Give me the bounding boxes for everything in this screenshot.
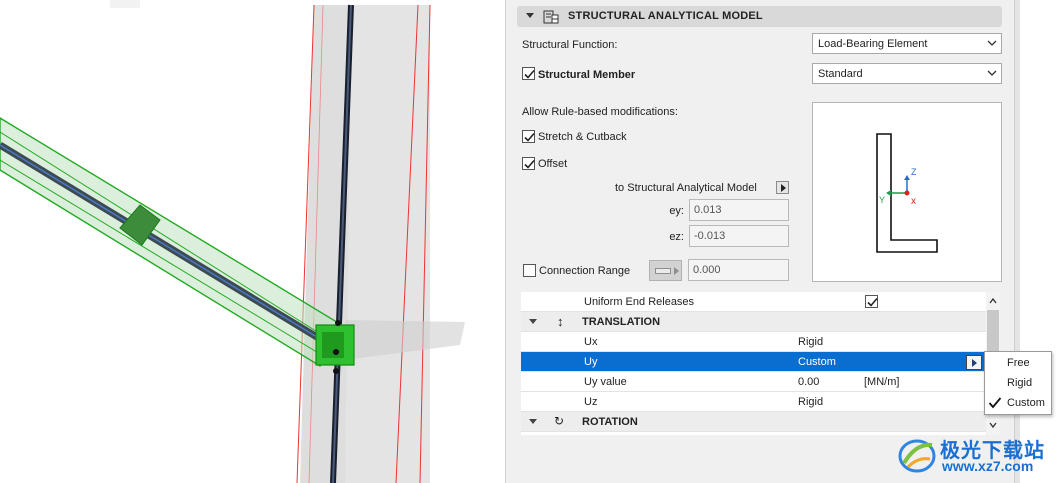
connection-range-checkbox[interactable] — [523, 264, 536, 277]
table-row-uy-value[interactable]: Uy value 0.00 [MN/m] — [521, 372, 986, 392]
rotation-group-row[interactable]: ↻ ROTATION — [521, 412, 986, 432]
table-row-uy[interactable]: Uy Custom — [521, 352, 986, 372]
chevron-down-icon — [987, 40, 997, 46]
expand-triangle-icon[interactable] — [529, 319, 537, 324]
watermark-url: www.xz7.com — [942, 458, 1034, 474]
translation-label: TRANSLATION — [582, 316, 661, 328]
z-axis-label: Z — [911, 167, 917, 177]
structural-function-value: Load-Bearing Element — [818, 38, 928, 50]
structural-member-label: Structural Member — [538, 69, 636, 81]
section-preview: Z Y x — [812, 102, 1002, 282]
3d-model-drawing — [0, 0, 465, 483]
play-arrow-icon — [781, 184, 786, 192]
checkmark-icon — [524, 159, 535, 169]
x-axis-label: x — [911, 196, 916, 207]
structural-member-select[interactable]: Standard — [812, 63, 1002, 84]
ez-label: ez: — [669, 231, 684, 243]
y-axis-label: Y — [879, 195, 885, 205]
to-model-menu-button[interactable] — [776, 181, 789, 194]
section-title: STRUCTURAL ANALYTICAL MODEL — [568, 10, 763, 22]
end-release-grid: Uniform End Releases ↕ TRANSLATION Ux Ri… — [521, 292, 986, 435]
option-label: Rigid — [1007, 377, 1033, 389]
rotation-label: ROTATION — [582, 416, 638, 428]
row-value: Custom — [798, 356, 836, 368]
offset-label: Offset — [538, 158, 568, 170]
table-row-ux[interactable]: Ux Rigid — [521, 332, 986, 352]
row-name: Uy — [584, 356, 598, 368]
table-row-uz[interactable]: Uz Rigid — [521, 392, 986, 412]
structural-function-label: Structural Function: — [522, 39, 618, 51]
analytical-model-icon — [543, 9, 559, 24]
connection-range-field[interactable]: 0.000 — [688, 259, 789, 281]
row-value: Rigid — [798, 396, 824, 408]
option-label: Free — [1007, 357, 1030, 369]
3d-viewport[interactable] — [0, 0, 505, 483]
checkmark-icon — [867, 297, 878, 307]
uniform-end-releases-label: Uniform End Releases — [584, 296, 695, 308]
dropdown-option-free[interactable]: Free — [985, 353, 1051, 373]
connection-range-label: Connection Range — [539, 265, 631, 277]
collapse-triangle-icon[interactable] — [526, 13, 534, 18]
offset-checkbox[interactable] — [522, 157, 535, 170]
row-name: Uy value — [584, 376, 627, 388]
play-arrow-icon — [972, 359, 977, 367]
uniform-end-releases-row[interactable]: Uniform End Releases — [521, 292, 986, 312]
row-unit: [MN/m] — [864, 376, 900, 388]
scroll-down-icon[interactable] — [989, 421, 997, 429]
checkmark-icon — [524, 69, 535, 79]
watermark-logo-icon — [898, 439, 936, 473]
to-model-label: to Structural Analytical Model — [615, 182, 757, 194]
chevron-down-icon — [987, 70, 997, 76]
connection-range-type-button[interactable] — [649, 260, 682, 281]
allow-rule-label: Allow Rule-based modifications: — [522, 106, 678, 118]
watermark: 极光下载站 www.xz7.com — [896, 430, 1056, 480]
checkmark-icon — [988, 397, 1002, 409]
stretch-cutback-checkbox[interactable] — [522, 130, 535, 143]
release-type-dropdown[interactable]: Free Rigid Custom — [984, 351, 1052, 415]
structural-member-value: Standard — [818, 68, 863, 80]
dropdown-option-custom[interactable]: Custom — [985, 393, 1051, 413]
uniform-end-releases-checkbox[interactable] — [865, 295, 878, 308]
translation-arrow-icon: ↕ — [557, 314, 564, 329]
structural-member-checkbox[interactable] — [522, 67, 535, 80]
row-value: Rigid — [798, 336, 824, 348]
rotation-arrow-icon: ↻ — [554, 414, 565, 428]
row-name: Ux — [584, 336, 598, 348]
scroll-up-icon[interactable] — [989, 297, 997, 305]
checkmark-icon — [524, 132, 535, 142]
row-name: Uz — [584, 396, 598, 408]
ez-value: -0.013 — [694, 230, 726, 242]
stretch-cutback-label: Stretch & Cutback — [538, 131, 627, 143]
ey-label: ey: — [669, 205, 684, 217]
play-arrow-icon — [674, 267, 679, 275]
option-label: Custom — [1007, 397, 1045, 409]
ey-value: 0.013 — [694, 204, 722, 216]
expand-triangle-icon[interactable] — [529, 419, 537, 424]
range-bar-icon — [655, 268, 671, 274]
section-header-structural-analytical-model[interactable]: STRUCTURAL ANALYTICAL MODEL — [517, 6, 1002, 27]
dropdown-option-rigid[interactable]: Rigid — [985, 373, 1051, 393]
connection-range-value: 0.000 — [693, 264, 721, 276]
ey-field[interactable]: 0.013 — [689, 199, 789, 221]
row-value: 0.00 — [798, 376, 820, 388]
translation-group-row[interactable]: ↕ TRANSLATION — [521, 312, 986, 332]
structural-function-select[interactable]: Load-Bearing Element — [812, 33, 1002, 54]
ez-field[interactable]: -0.013 — [689, 225, 789, 247]
uy-options-button[interactable] — [966, 355, 982, 370]
